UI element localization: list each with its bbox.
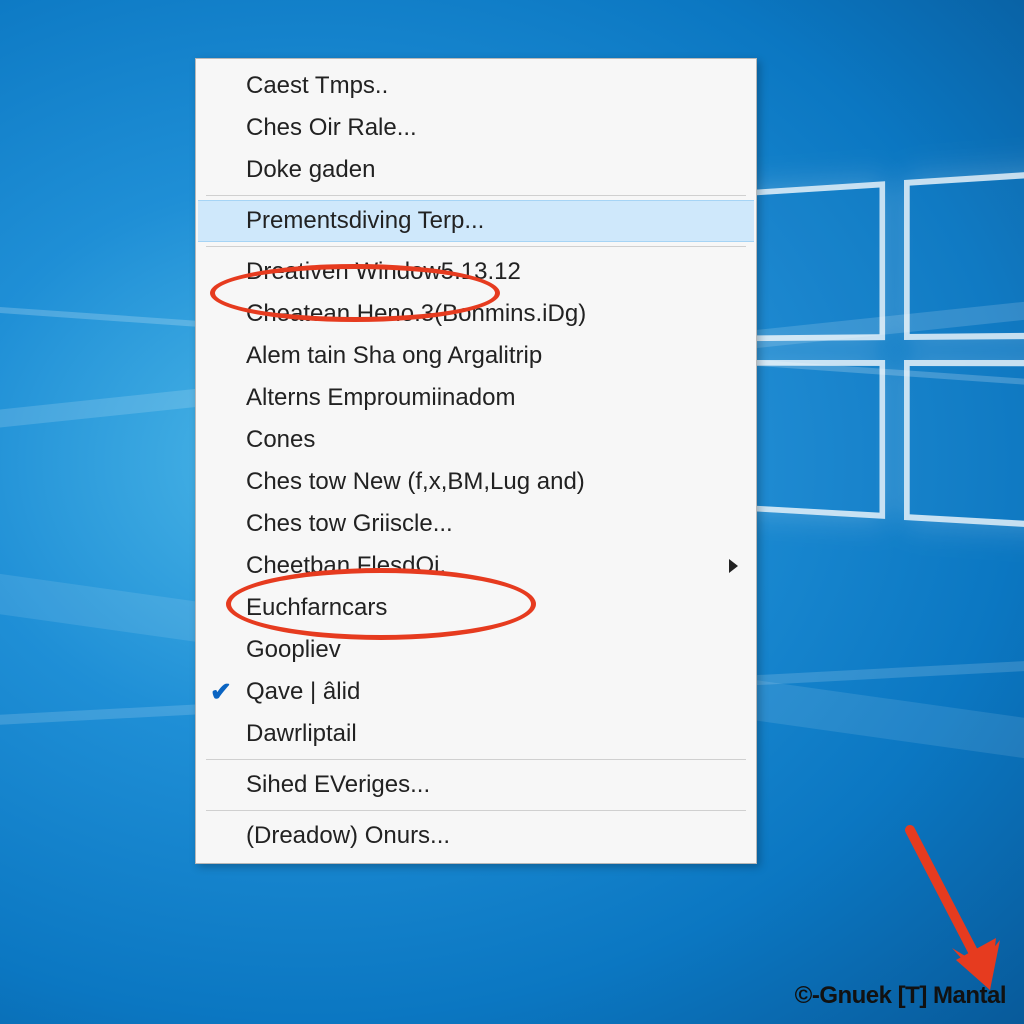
menu-item-label: Alterns Emproumiinadom	[246, 384, 515, 412]
menu-item[interactable]: Goopliev	[198, 629, 754, 671]
menu-item[interactable]: Alterns Emproumiinadom	[198, 377, 754, 419]
menu-item-label: Prementsdiving Terp...	[246, 207, 484, 235]
menu-item[interactable]: Prementsdiving Terp...	[198, 200, 754, 242]
menu-item[interactable]: Cheatean Heno.3(Bonmins.iDg)	[198, 293, 754, 335]
menu-item[interactable]: Dawrliptail	[198, 713, 754, 755]
menu-item[interactable]: Euchfarncars	[198, 587, 754, 629]
menu-item-label: Cheetban FlesdOi.	[246, 552, 446, 580]
menu-item-label: Ches tow New (f,x,BM,Lug and)	[246, 468, 585, 496]
menu-item-label: Dawrliptail	[246, 720, 357, 748]
menu-item[interactable]: Ches tow Griiscle...	[198, 503, 754, 545]
menu-item-label: Sihed EVeriges...	[246, 771, 430, 799]
menu-item-label: (Dreadow) Onurs...	[246, 822, 450, 850]
menu-item-label: Alem tain Sha ong Argalitrip	[246, 342, 542, 370]
menu-item[interactable]: Cones	[198, 419, 754, 461]
menu-item-label: Qave | âlid	[246, 678, 360, 706]
menu-item[interactable]: Ches tow New (f,x,BM,Lug and)	[198, 461, 754, 503]
menu-item[interactable]: Doke gaden	[198, 149, 754, 191]
annotation-arrow-icon	[870, 820, 1020, 1000]
menu-separator	[206, 246, 746, 247]
menu-item[interactable]: Dreativen Window5.13.12	[198, 251, 754, 293]
menu-item-label: Cones	[246, 426, 315, 454]
check-icon: ✔	[210, 677, 232, 708]
menu-item-label: Dreativen Window5.13.12	[246, 258, 521, 286]
desktop-wallpaper[interactable]: Caest Tmps.. Ches Oir Rale... Doke gaden Pr…	[0, 0, 1024, 1024]
menu-item-label: Goopliev	[246, 636, 341, 664]
menu-item[interactable]: Alem tain Sha ong Argalitrip	[198, 335, 754, 377]
menu-separator	[206, 195, 746, 196]
menu-item[interactable]: Cheetban FlesdOi.	[198, 545, 754, 587]
menu-item-label: Ches tow Griiscle...	[246, 510, 453, 538]
menu-item-label: Doke gaden	[246, 156, 375, 184]
windows-logo-icon	[743, 168, 1024, 552]
menu-item-label: Caest Tmps..	[246, 72, 388, 100]
menu-item-label: Cheatean Heno.3(Bonmins.iDg)	[246, 300, 586, 328]
context-menu: Caest Tmps.. Ches Oir Rale... Doke gaden Pr…	[195, 58, 757, 864]
menu-item-label: Ches Oir Rale...	[246, 114, 417, 142]
menu-separator	[206, 759, 746, 760]
menu-item[interactable]: Ches Oir Rale...	[198, 107, 754, 149]
menu-item-label: Euchfarncars	[246, 594, 387, 622]
watermark-text: ©-Gnuek [T] Mantal	[795, 982, 1006, 1010]
menu-item[interactable]: Caest Tmps..	[198, 65, 754, 107]
menu-separator	[206, 810, 746, 811]
submenu-arrow-icon	[729, 559, 738, 573]
menu-item[interactable]: (Dreadow) Onurs...	[198, 815, 754, 857]
menu-item[interactable]: Qave | âlid ✔	[198, 671, 754, 713]
menu-item[interactable]: Sihed EVeriges...	[198, 764, 754, 806]
